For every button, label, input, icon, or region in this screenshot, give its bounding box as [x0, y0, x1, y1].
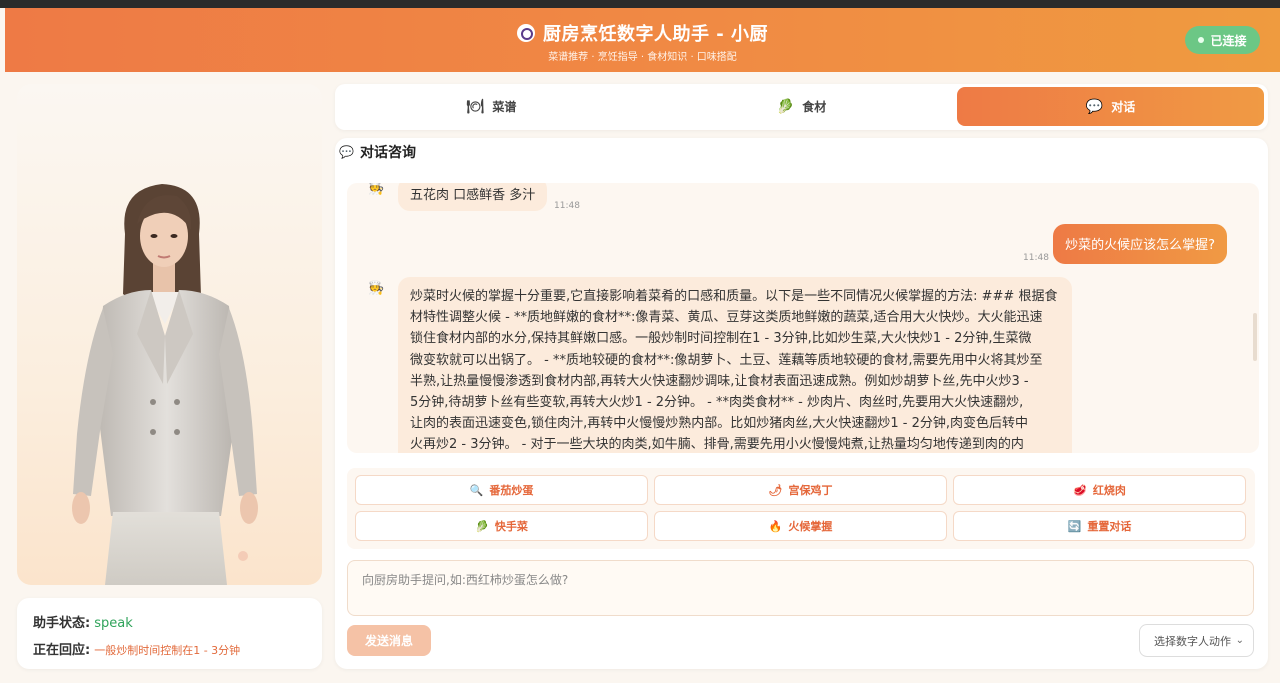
- connection-status-badge: 已连接: [1185, 26, 1260, 54]
- tab-bar: 🍽 菜谱 🥬 食材 💬 对话: [335, 84, 1268, 130]
- assistant-state-label: 助手状态:: [33, 616, 91, 631]
- assistant-message-line: 材特性调整火候 - **质地鲜嫩的食材**:像青菜、黄瓜、豆芽这类质地鲜嫩的蔬菜…: [410, 310, 1043, 326]
- fire-icon: 🔥: [768, 519, 783, 533]
- quick-actions: 🔍 番茄炒蛋 🌶 宫保鸡丁 🥩 红烧肉 🥬 快手菜 🔥 火候掌握 🔄 重置对话: [347, 468, 1255, 549]
- chef-avatar-icon: 🧑‍🍳: [368, 281, 385, 296]
- main-panel: 🍽 菜谱 🥬 食材 💬 对话 💬 对话咨询 🧑‍🍳 五花肉 口感鲜香 多汁 11…: [335, 84, 1268, 669]
- quick-button-label: 火候掌握: [788, 520, 833, 533]
- vegetable-icon: 🥬: [776, 98, 795, 115]
- chat-card: 💬 对话咨询 🧑‍🍳 五花肉 口感鲜香 多汁 11:48 炒菜的火候应该怎么掌握…: [335, 138, 1268, 669]
- assistant-message-line: 让肉的表面迅速变色,锁住肉汁,再转中火慢慢炒熟内部。比如炒猪肉丝,大火快速翻炒1…: [410, 416, 1029, 432]
- tab-chat-label: 对话: [1111, 100, 1136, 114]
- assistant-message-bubble: 五花肉 口感鲜香 多汁: [398, 183, 548, 211]
- app-title-row: 厨房烹饪数字人助手 - 小厨: [5, 20, 1280, 46]
- message-list[interactable]: 🧑‍🍳 五花肉 口感鲜香 多汁 11:48 炒菜的火候应该怎么掌握? 11:48…: [347, 183, 1259, 453]
- tab-ingredients-label: 食材: [802, 100, 827, 114]
- tab-ingredients[interactable]: 🥬 食材: [648, 87, 955, 126]
- speech-bubble-icon: 💬: [339, 145, 354, 159]
- quick-button-label: 番茄炒蛋: [489, 484, 534, 497]
- user-message-bubble: 炒菜的火候应该怎么掌握?: [1053, 224, 1227, 264]
- quick-button-quick-dishes[interactable]: 🥬 快手菜: [355, 511, 648, 541]
- footer-strip: [0, 683, 1280, 696]
- chevron-down-icon: ⌄: [1235, 635, 1244, 646]
- quick-button-heat-control[interactable]: 🔥 火候掌握: [654, 511, 947, 541]
- status-dot-icon: [1198, 37, 1205, 43]
- avatar-action-selected: 选择数字人动作: [1154, 634, 1231, 648]
- question-input[interactable]: [347, 560, 1254, 616]
- tab-recipes[interactable]: 🍽 菜谱: [338, 87, 645, 126]
- assistant-reply-value: 一般炒制时间控制在1 - 3分钟: [94, 644, 241, 657]
- quick-button-label: 宫保鸡丁: [788, 484, 833, 497]
- quick-button-braised-pork[interactable]: 🥩 红烧肉: [953, 475, 1246, 505]
- reset-conversation-button[interactable]: 🔄 重置对话: [953, 511, 1246, 541]
- message-scrollbar[interactable]: [1253, 313, 1257, 361]
- window-top-bar: [0, 0, 1280, 8]
- assistant-message-bubble: 炒菜时火候的掌握十分重要,它直接影响着菜肴的口感和质量。以下是一些不同情况火候掌…: [398, 277, 1072, 453]
- assistant-message-line: 炒菜时火候的掌握十分重要,它直接影响着菜肴的口感和质量。以下是一些不同情况火候掌…: [410, 289, 1058, 304]
- assistant-message-line: 锁住食材内部的水分,保持其鲜嫩口感。一般炒制时间控制在1 - 3分钟,比如炒生菜…: [410, 331, 1032, 347]
- assistant-status-card: 助手状态: speak 正在回应: 一般炒制时间控制在1 - 3分钟: [17, 598, 322, 669]
- assistant-message-line: 半熟,让热量慢慢渗透到食材内部,再转大火快速翻炒调味,让食材表面迅速成熟。例如炒…: [410, 373, 1029, 389]
- quick-button-tomato-egg[interactable]: 🔍 番茄炒蛋: [355, 475, 648, 505]
- chili-icon: 🌶: [768, 483, 783, 497]
- reset-icon: 🔄: [1067, 519, 1082, 533]
- magnifier-logo-icon: [516, 24, 535, 42]
- assistant-reply-label: 正在回应:: [33, 643, 91, 658]
- connection-status-label: 已连接: [1210, 33, 1247, 48]
- meat-icon: 🥩: [1073, 483, 1087, 497]
- assistant-message-text: 五花肉 口感鲜香 多汁: [410, 188, 536, 203]
- app-subtitle: 菜谱推荐 · 烹饪指导 · 食材知识 · 口味搭配: [548, 52, 737, 63]
- assistant-message-line: 微变软就可以出锅了。 - **质地较硬的食材**:像胡萝卜、土豆、莲藕等质地较硬…: [410, 352, 1043, 368]
- assistant-state-row: 助手状态: speak: [33, 612, 133, 631]
- chat-title-text: 对话咨询: [359, 145, 416, 161]
- quick-button-label: 快手菜: [494, 520, 528, 533]
- chat-title: 💬 对话咨询: [339, 142, 416, 162]
- tab-chat[interactable]: 💬 对话: [957, 87, 1264, 126]
- avatar-action-select[interactable]: 选择数字人动作 ⌄: [1139, 624, 1254, 657]
- send-message-label: 发送消息: [364, 634, 413, 648]
- quick-button-label: 红烧肉: [1092, 484, 1126, 497]
- assistant-state-value: speak: [94, 616, 133, 631]
- magnifier-icon: 🔍: [469, 483, 484, 497]
- speech-bubble-icon: 💬: [1085, 98, 1104, 115]
- send-message-button[interactable]: 发送消息: [347, 625, 431, 656]
- app-title: 厨房烹饪数字人助手 - 小厨: [542, 24, 768, 45]
- assistant-reply-row: 正在回应: 一般炒制时间控制在1 - 3分钟: [33, 639, 240, 658]
- assistant-message-line: 火再炒2 - 3分钟。 - 对于一些大块的肉类,如牛腩、排骨,需要先用小火慢慢炖…: [410, 437, 1024, 453]
- quick-button-kungpao-chicken[interactable]: 🌶 宫保鸡丁: [654, 475, 947, 505]
- digital-human-avatar: [72, 184, 258, 585]
- user-message-text: 炒菜的火候应该怎么掌握?: [1065, 238, 1215, 253]
- digital-human-panel: [17, 84, 322, 585]
- assistant-message-line: 5分钟,待胡萝卜丝有些变软,再转大火炒1 - 2分钟。 - **肉类食材** -…: [410, 395, 1024, 411]
- quick-button-label: 重置对话: [1087, 520, 1132, 533]
- tab-recipes-label: 菜谱: [492, 100, 517, 114]
- chef-avatar-icon: 🧑‍🍳: [368, 183, 385, 196]
- app-header: 厨房烹饪数字人助手 - 小厨 菜谱推荐 · 烹饪指导 · 食材知识 · 口味搭配…: [5, 8, 1280, 72]
- vegetable-icon: 🥬: [475, 519, 489, 533]
- message-timestamp: 11:48: [1023, 253, 1049, 263]
- message-timestamp: 11:48: [554, 201, 580, 211]
- plate-icon: 🍽: [466, 98, 485, 115]
